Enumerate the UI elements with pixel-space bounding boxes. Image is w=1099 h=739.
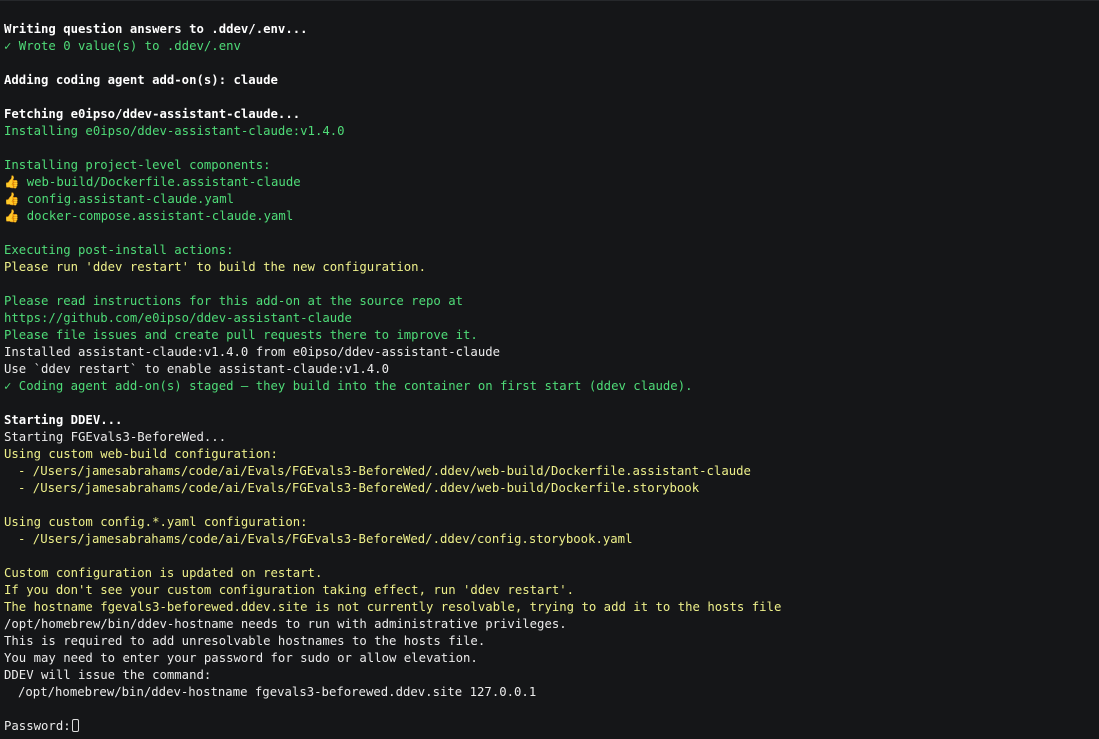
terminal-line: Please file issues and create pull reque… [4, 328, 478, 342]
terminal-line: Please run 'ddev restart' to build the n… [4, 260, 426, 274]
terminal-line: If you don't see your custom configurati… [4, 583, 575, 597]
component-path: docker-compose.assistant-claude.yaml [26, 209, 294, 223]
terminal-line: Installed assistant-claude:v1.4.0 from e… [4, 345, 501, 359]
terminal-line: ✓ Coding agent add-on(s) staged — they b… [4, 379, 693, 393]
thumbs-up-icon: 👍 [4, 209, 20, 223]
terminal-line: Starting FGEvals3-BeforeWed... [4, 430, 227, 444]
terminal-window[interactable]: Writing question answers to .ddev/.env..… [0, 0, 1099, 739]
terminal-line: The hostname fgevals3-beforewed.ddev.sit… [4, 600, 782, 614]
terminal-line: - /Users/jamesabrahams/code/ai/Evals/FGE… [18, 464, 751, 478]
terminal-line: DDEV will issue the command: [4, 668, 212, 682]
terminal-line: 👍 config.assistant-claude.yaml [0, 191, 1099, 208]
thumbs-up-icon: 👍 [4, 175, 20, 189]
component-path: config.assistant-claude.yaml [26, 192, 235, 206]
component-path: web-build/Dockerfile.assistant-claude [26, 175, 301, 189]
terminal-line: Installing e0ipso/ddev-assistant-claude:… [4, 124, 345, 138]
terminal-line: Executing post-install actions: [4, 243, 234, 257]
terminal-line: Installing project-level components: [4, 158, 271, 172]
cursor-icon [71, 719, 79, 732]
terminal-line: 👍 web-build/Dockerfile.assistant-claude [0, 174, 1099, 191]
terminal-line: - /Users/jamesabrahams/code/ai/Evals/FGE… [18, 532, 633, 546]
terminal-line: - /Users/jamesabrahams/code/ai/Evals/FGE… [18, 481, 700, 495]
terminal-line: Use `ddev restart` to enable assistant-c… [4, 362, 389, 376]
terminal-line: Writing question answers to .ddev/.env..… [4, 22, 308, 36]
terminal-line: Starting DDEV... [4, 413, 123, 427]
terminal-line-link[interactable]: https://github.com/e0ipso/ddev-assistant… [0, 310, 1099, 327]
terminal-line: /opt/homebrew/bin/ddev-hostname fgevals3… [18, 685, 537, 699]
terminal-line: Fetching e0ipso/ddev-assistant-claude... [4, 107, 301, 121]
password-prompt[interactable]: Password: [0, 718, 1099, 735]
terminal-line: 👍 docker-compose.assistant-claude.yaml [0, 208, 1099, 225]
thumbs-up-icon: 👍 [4, 192, 20, 206]
password-label: Password: [4, 719, 71, 733]
terminal-line: Adding coding agent add-on(s): claude [4, 73, 278, 87]
terminal-line: You may need to enter your password for … [4, 651, 478, 665]
terminal-line: ✓ Wrote 0 value(s) to .ddev/.env [4, 39, 241, 53]
terminal-line: Using custom config.*.yaml configuration… [4, 515, 308, 529]
terminal-line: Using custom web-build configuration: [4, 447, 278, 461]
terminal-line: Custom configuration is updated on resta… [4, 566, 323, 580]
terminal-line: /opt/homebrew/bin/ddev-hostname needs to… [4, 617, 567, 631]
terminal-line: Please read instructions for this add-on… [4, 294, 464, 308]
terminal-line: This is required to add unresolvable hos… [4, 634, 486, 648]
